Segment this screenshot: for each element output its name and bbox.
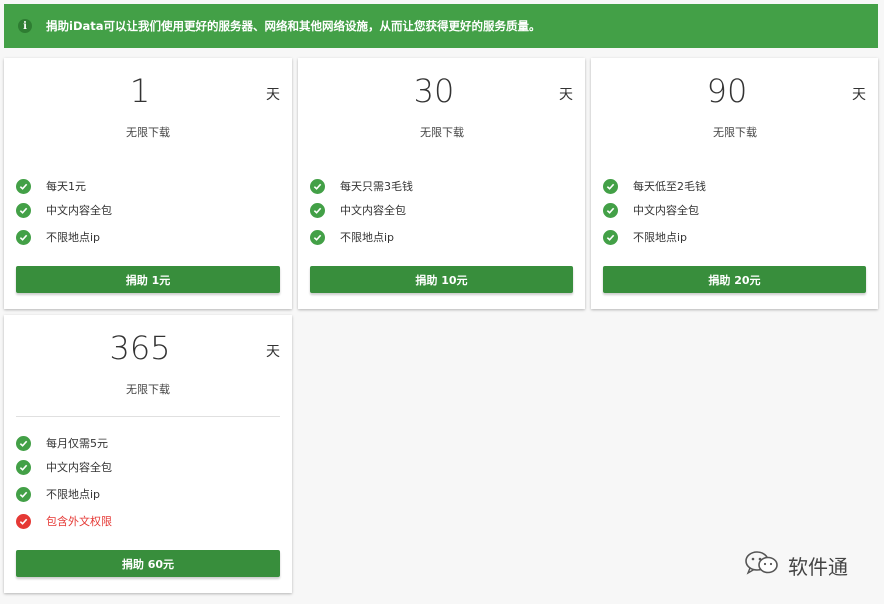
watermark-text: 软件通: [788, 554, 848, 579]
donate-20-button[interactable]: 捐助 20元: [603, 266, 866, 293]
feature-item: 不限地点ip: [310, 229, 394, 245]
feature-label: 不限地点ip: [340, 231, 395, 244]
info-icon: i: [18, 19, 32, 33]
plan-card-365-days: 365 天 无限下载 每月仅需5元 中文内容全包 不限地点ip 包含外文权限 捐…: [4, 315, 292, 593]
check-icon: [310, 229, 325, 245]
feature-label: 中文内容全包: [340, 204, 406, 217]
feature-label: 中文内容全包: [46, 461, 112, 474]
donate-10-button[interactable]: 捐助 10元: [310, 266, 573, 293]
plan-days: 90: [706, 72, 748, 110]
feature-item: 不限地点ip: [16, 229, 100, 245]
plan-unit: 天: [852, 87, 866, 103]
plan-days: 1: [129, 72, 151, 110]
check-excluded-icon: [16, 513, 31, 529]
donate-60-button[interactable]: 捐助 60元: [16, 550, 280, 577]
wechat-icon: [744, 550, 780, 581]
plan-days: 365: [109, 329, 171, 367]
check-icon: [16, 202, 31, 218]
check-icon: [16, 459, 31, 475]
feature-item: 每天只需3毛钱: [310, 178, 413, 194]
feature-label: 包含外文权限: [46, 515, 112, 528]
plan-subtitle: 无限下载: [420, 126, 464, 139]
check-icon: [16, 486, 31, 502]
feature-label: 不限地点ip: [46, 488, 101, 501]
donate-1-button[interactable]: 捐助 1元: [16, 266, 280, 293]
plan-days: 30: [413, 72, 455, 110]
feature-item: 不限地点ip: [16, 486, 100, 502]
feature-item: 中文内容全包: [16, 202, 112, 218]
check-icon: [603, 178, 618, 194]
plan-card-30-days: 30 天 无限下载 每天只需3毛钱 中文内容全包 不限地点ip 捐助 10元: [298, 58, 585, 309]
feature-item: 不限地点ip: [603, 229, 687, 245]
feature-label: 中文内容全包: [46, 204, 112, 217]
check-icon: [16, 435, 31, 451]
watermark: 软件通: [744, 548, 848, 582]
feature-item-excluded: 包含外文权限: [16, 513, 112, 529]
check-icon: [16, 229, 31, 245]
plan-unit: 天: [266, 87, 280, 103]
check-icon: [310, 202, 325, 218]
check-icon: [310, 178, 325, 194]
feature-label: 每天1元: [46, 180, 86, 193]
plan-unit: 天: [559, 87, 573, 103]
plan-card-1-day: 1 天 无限下载 每天1元 中文内容全包 不限地点ip 捐助 1元: [4, 58, 292, 309]
divider: [16, 416, 280, 417]
feature-item: 每天1元: [16, 178, 86, 194]
info-banner: i 捐助iData可以让我们使用更好的服务器、网络和其他网络设施，从而让您获得更…: [4, 4, 878, 48]
feature-label: 每天只需3毛钱: [340, 180, 413, 193]
feature-item: 每月仅需5元: [16, 435, 108, 451]
check-icon: [603, 202, 618, 218]
banner-text: 捐助iData可以让我们使用更好的服务器、网络和其他网络设施，从而让您获得更好的…: [46, 19, 541, 33]
feature-label: 每月仅需5元: [46, 437, 108, 450]
feature-item: 每天低至2毛钱: [603, 178, 706, 194]
feature-item: 中文内容全包: [310, 202, 406, 218]
plan-subtitle: 无限下载: [713, 126, 757, 139]
feature-label: 不限地点ip: [633, 231, 688, 244]
plan-subtitle: 无限下载: [126, 126, 170, 139]
plan-unit: 天: [266, 344, 280, 360]
feature-label: 中文内容全包: [633, 204, 699, 217]
feature-label: 每天低至2毛钱: [633, 180, 706, 193]
check-icon: [603, 229, 618, 245]
feature-item: 中文内容全包: [16, 459, 112, 475]
feature-label: 不限地点ip: [46, 231, 101, 244]
plan-card-90-days: 90 天 无限下载 每天低至2毛钱 中文内容全包 不限地点ip 捐助 20元: [591, 58, 878, 309]
plan-subtitle: 无限下载: [126, 383, 170, 396]
check-icon: [16, 178, 31, 194]
feature-item: 中文内容全包: [603, 202, 699, 218]
